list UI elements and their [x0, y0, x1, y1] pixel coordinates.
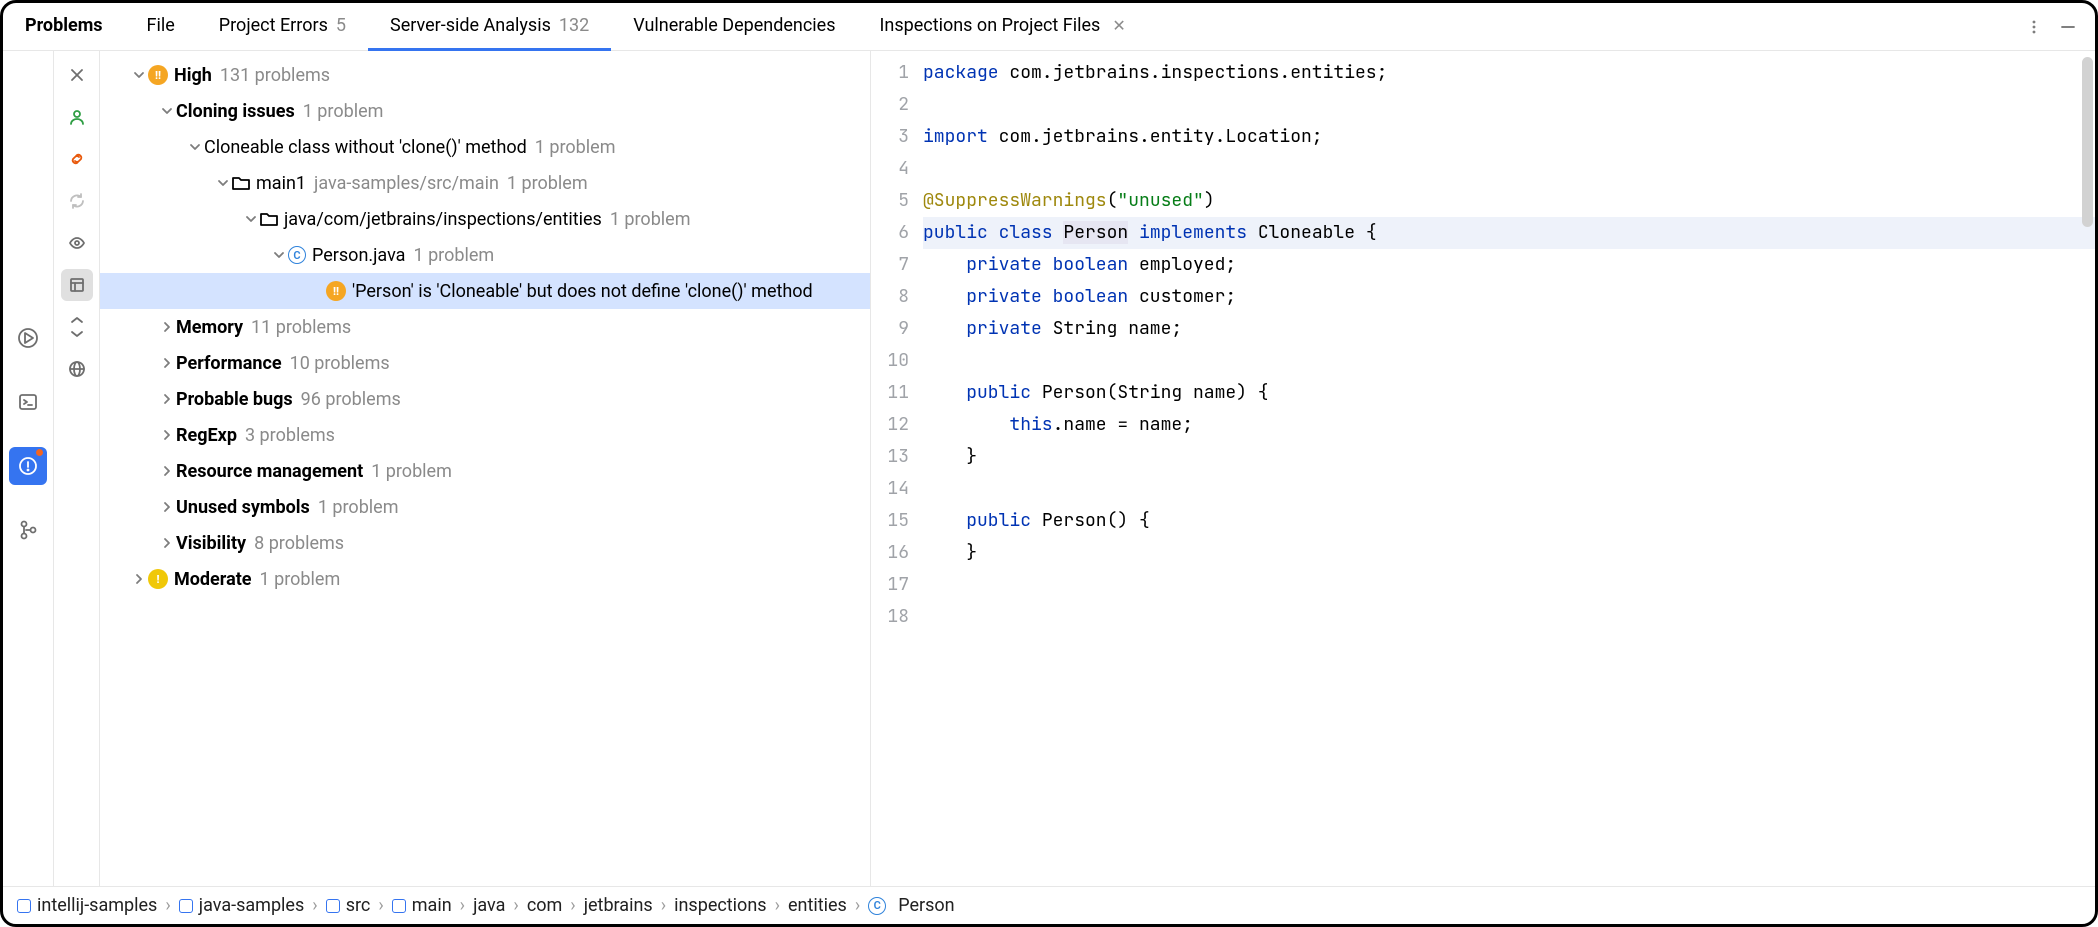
- tree-row-cloning[interactable]: Cloning issues1 problem: [100, 93, 870, 129]
- scrollbar[interactable]: [2082, 57, 2093, 227]
- line-gutter: 123456789101112131415161718: [871, 51, 917, 886]
- tree-row-resource[interactable]: Resource management1 problem: [100, 453, 870, 489]
- close-icon[interactable]: ✕: [1112, 16, 1125, 35]
- tab-problems[interactable]: Problems: [3, 3, 125, 51]
- tree-row-visibility[interactable]: Visibility8 problems: [100, 525, 870, 561]
- tab-project-errors[interactable]: Project Errors5: [197, 3, 368, 51]
- tree-row-regexp[interactable]: RegExp3 problems: [100, 417, 870, 453]
- tree-row-memory[interactable]: Memory11 problems: [100, 309, 870, 345]
- tree-row-package[interactable]: java/com/jetbrains/inspections/entities1…: [100, 201, 870, 237]
- code-content[interactable]: package com.jetbrains.inspections.entiti…: [917, 51, 2095, 886]
- module-icon: [17, 899, 31, 913]
- user-icon[interactable]: [61, 101, 93, 133]
- class-icon: C: [868, 897, 886, 915]
- tab-server-analysis[interactable]: Server-side Analysis132: [368, 3, 611, 51]
- module-icon: [179, 899, 193, 913]
- breadcrumb-bar: intellij-samples› java-samples› src› mai…: [3, 886, 2095, 924]
- tree-row-performance[interactable]: Performance10 problems: [100, 345, 870, 381]
- breadcrumb-item[interactable]: entities: [788, 895, 847, 916]
- layout-preview-icon[interactable]: [61, 269, 93, 301]
- class-icon: C: [288, 246, 306, 264]
- breadcrumb-item[interactable]: java: [473, 895, 505, 916]
- tab-inspections[interactable]: Inspections on Project Files✕: [858, 3, 1148, 51]
- problems-tree: !!High131 problems Cloning issues1 probl…: [100, 51, 870, 886]
- breadcrumb-item[interactable]: com: [527, 895, 562, 916]
- far-left-sidebar: [3, 51, 54, 886]
- tab-file[interactable]: File: [125, 3, 197, 51]
- module-folder-icon: [232, 174, 250, 192]
- breadcrumb-item[interactable]: CPerson: [868, 895, 954, 916]
- tree-toolbar: [54, 51, 100, 886]
- module-icon: [326, 899, 340, 913]
- minimize-icon[interactable]: [2051, 18, 2085, 36]
- breadcrumb-item[interactable]: inspections: [674, 895, 766, 916]
- severity-high-icon: !!: [148, 65, 168, 85]
- eye-icon[interactable]: [61, 227, 93, 259]
- breadcrumb-item[interactable]: jetbrains: [584, 895, 653, 916]
- main-content: !!High131 problems Cloning issues1 probl…: [3, 51, 2095, 886]
- more-options-icon[interactable]: [2017, 18, 2051, 36]
- breadcrumb-item[interactable]: java-samples: [179, 895, 305, 916]
- breadcrumb-item[interactable]: intellij-samples: [17, 895, 157, 916]
- folder-icon: [260, 210, 278, 228]
- tree-row-unused[interactable]: Unused symbols1 problem: [100, 489, 870, 525]
- close-panel-icon[interactable]: [61, 59, 93, 91]
- code-editor[interactable]: 123456789101112131415161718 package com.…: [870, 51, 2095, 886]
- tree-row-file[interactable]: CPerson.java1 problem: [100, 237, 870, 273]
- tree-row-high[interactable]: !!High131 problems: [100, 57, 870, 93]
- git-icon[interactable]: [9, 511, 47, 549]
- tree-row-main1[interactable]: main1java-samples/src/main1 problem: [100, 165, 870, 201]
- expand-collapse-icon[interactable]: [61, 311, 93, 343]
- link-icon[interactable]: [61, 143, 93, 175]
- breadcrumb-item[interactable]: src: [326, 895, 371, 916]
- tab-bar: Problems File Project Errors5 Server-sid…: [3, 3, 2095, 51]
- module-icon: [392, 899, 406, 913]
- tree-row-cloneable[interactable]: Cloneable class without 'clone()' method…: [100, 129, 870, 165]
- web-icon[interactable]: [61, 353, 93, 385]
- tree-row-moderate[interactable]: !Moderate1 problem: [100, 561, 870, 597]
- tab-vulnerable-deps[interactable]: Vulnerable Dependencies: [611, 3, 857, 51]
- tree-row-probable[interactable]: Probable bugs96 problems: [100, 381, 870, 417]
- terminal-icon[interactable]: [9, 383, 47, 421]
- warning-icon: !!: [326, 281, 346, 301]
- run-services-icon[interactable]: [9, 319, 47, 357]
- problems-tool-icon[interactable]: [9, 447, 47, 485]
- severity-moderate-icon: !: [148, 569, 168, 589]
- breadcrumb-item[interactable]: main: [392, 895, 452, 916]
- refresh-icon[interactable]: [61, 185, 93, 217]
- tree-row-issue[interactable]: !!'Person' is 'Cloneable' but does not d…: [100, 273, 870, 309]
